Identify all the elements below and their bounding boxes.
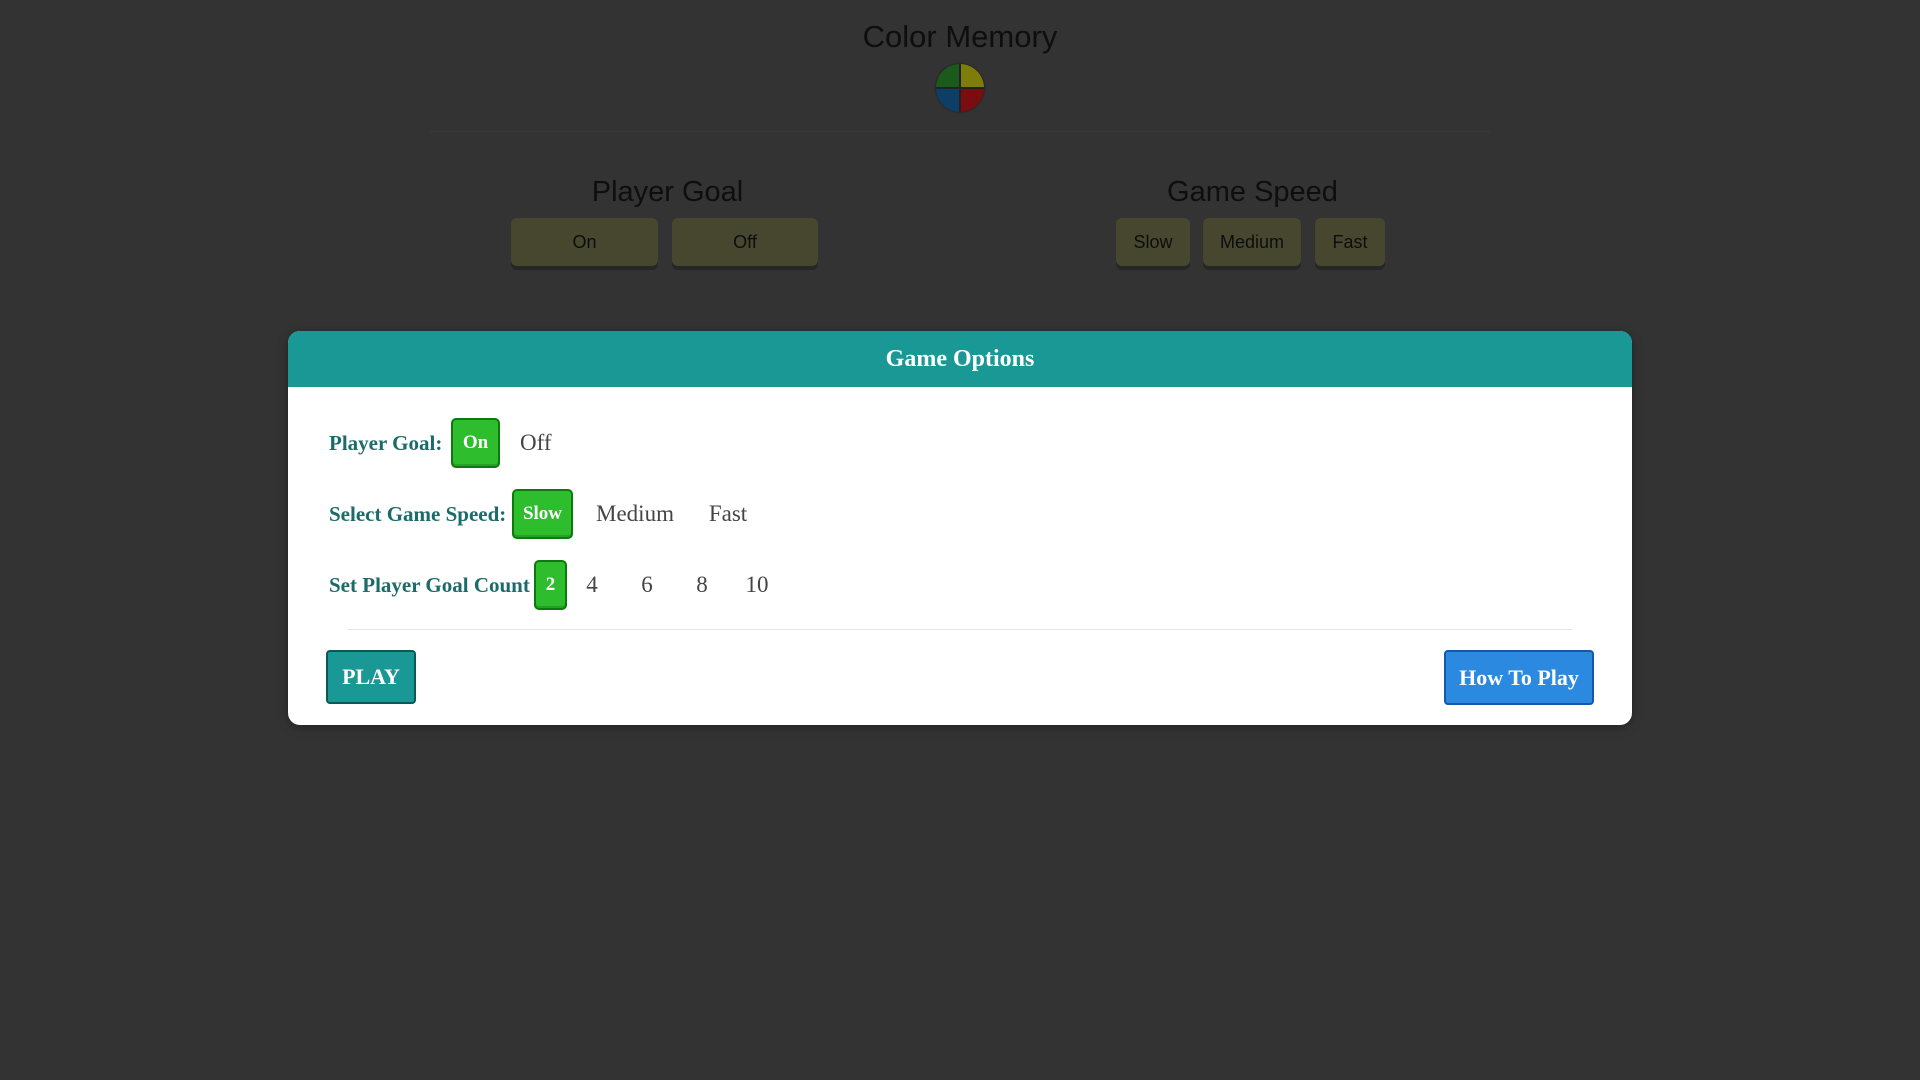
four-color-quadrant-icon [936, 64, 984, 112]
modal-title: Game Options [288, 331, 1632, 387]
goal-count-row: Set Player Goal Count 2 4 6 8 10 [329, 559, 777, 611]
header-divider [430, 131, 1490, 132]
game-speed-heading: Game Speed [1167, 176, 1338, 208]
play-button[interactable]: PLAY [326, 650, 416, 704]
player-goal-option-on[interactable]: On [451, 418, 500, 468]
game-speed-row: Select Game Speed: Slow Medium Fast [329, 488, 768, 540]
goal-count-option-6[interactable]: 6 [632, 560, 662, 610]
game-speed-fast-button: Fast [1315, 218, 1385, 266]
player-goal-option-off[interactable]: Off [520, 418, 567, 468]
goal-count-option-8[interactable]: 8 [687, 560, 717, 610]
app-title: Color Memory [862, 19, 1058, 54]
player-goal-row: Player Goal: On Off [329, 417, 567, 469]
game-speed-option-slow[interactable]: Slow [512, 489, 573, 539]
goal-count-option-2[interactable]: 2 [534, 560, 567, 610]
game-speed-slow-button: Slow [1116, 218, 1190, 266]
goal-count-option-4[interactable]: 4 [577, 560, 607, 610]
player-goal-heading: Player Goal [591, 176, 744, 208]
player-goal-on-button: On [511, 218, 658, 266]
game-speed-option-fast[interactable]: Fast [688, 489, 768, 539]
player-goal-label: Player Goal: [329, 430, 443, 455]
game-speed-medium-button: Medium [1203, 218, 1301, 266]
goal-count-label: Set Player Goal Count [329, 572, 530, 597]
game-speed-label: Select Game Speed: [329, 501, 507, 526]
game-options-modal: Game Options Player Goal: On Off Select … [288, 331, 1632, 725]
modal-divider [348, 629, 1572, 630]
how-to-play-button[interactable]: How To Play [1444, 650, 1594, 705]
game-speed-option-medium[interactable]: Medium [585, 489, 685, 539]
player-goal-off-button: Off [672, 218, 818, 266]
goal-count-option-10[interactable]: 10 [737, 560, 777, 610]
